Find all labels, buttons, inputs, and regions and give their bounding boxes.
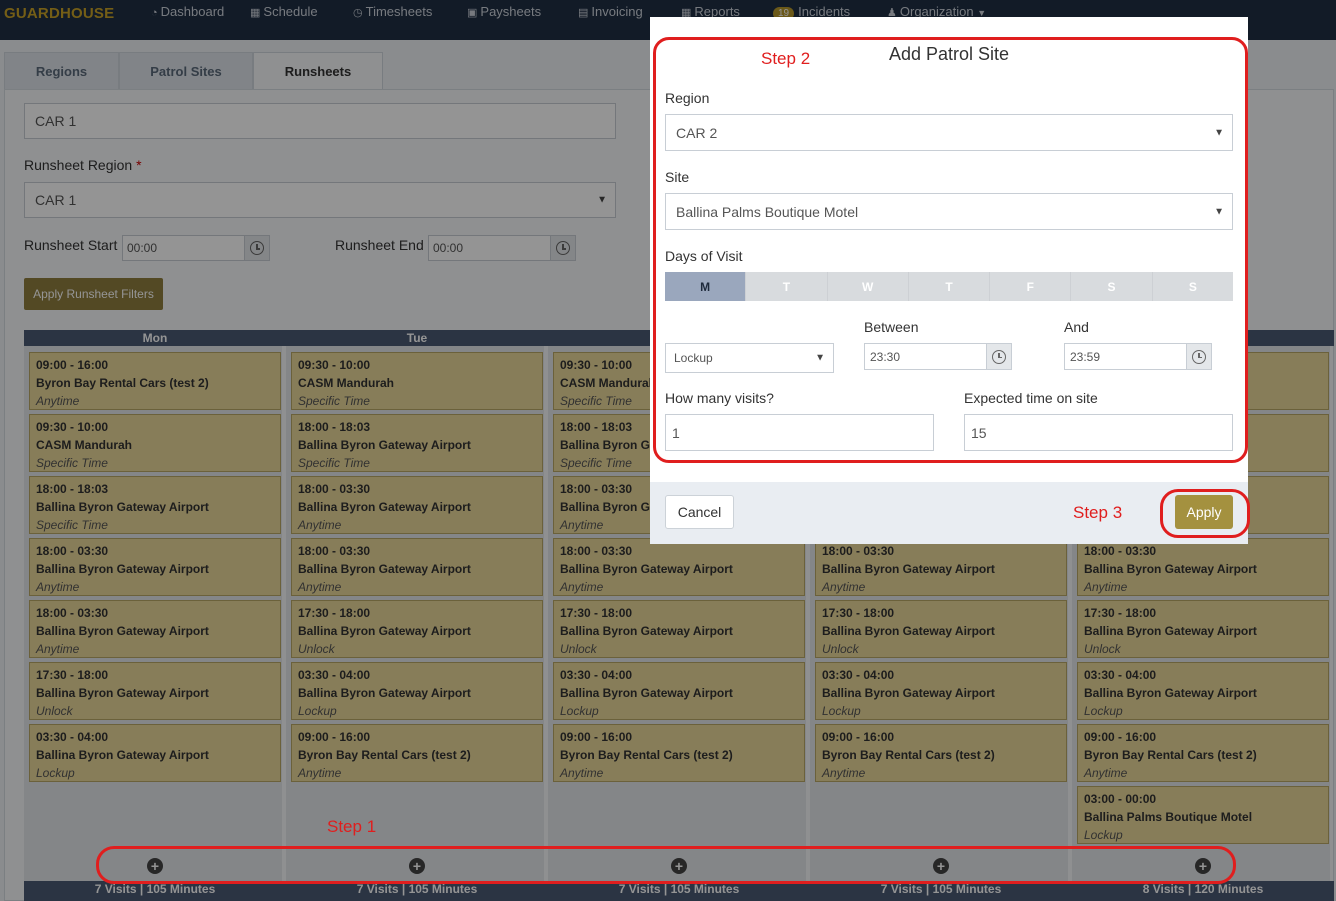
modal-footer [650,482,1248,544]
step2-highlight [653,37,1248,463]
step3-label: Step 3 [1073,503,1123,522]
cancel-button[interactable]: Cancel [665,495,734,529]
step2-label: Step 2 [761,49,811,68]
step1-highlight [96,846,1236,884]
step1-label: Step 1 [327,817,377,836]
step3-highlight [1160,489,1250,538]
